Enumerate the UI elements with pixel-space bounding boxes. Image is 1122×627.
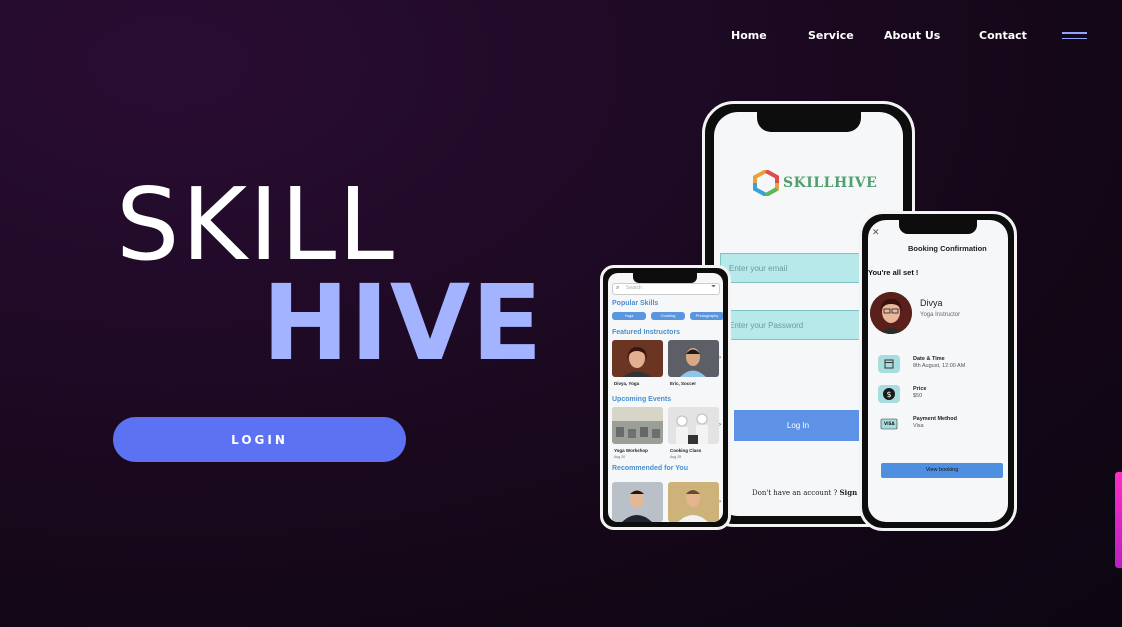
hero-title-hive: HIVE bbox=[262, 262, 544, 384]
password-field[interactable]: Enter your Password bbox=[720, 310, 863, 340]
skillhive-logo-icon bbox=[753, 170, 779, 196]
nav-about-us[interactable]: About Us bbox=[884, 29, 940, 42]
instructor-caption: Divya, Yoga bbox=[614, 381, 640, 386]
confirmation-message: You're all set ! bbox=[868, 268, 919, 277]
date-value: 8th August, 12:00 AM bbox=[913, 363, 966, 369]
skill-chip-photography[interactable]: Photography bbox=[690, 312, 723, 320]
phone-notch bbox=[899, 220, 977, 234]
instructor-role: Yoga Instructor bbox=[920, 312, 961, 318]
event-photo-yoga[interactable] bbox=[612, 407, 663, 444]
signup-prompt-text: Don't have an account ? bbox=[752, 489, 840, 497]
phone-booking-mockup: ✕ Booking Confirmation You're all set ! … bbox=[859, 211, 1017, 531]
instructor-avatar bbox=[870, 292, 912, 334]
nav-home[interactable]: Home bbox=[731, 29, 767, 42]
recommended-photo[interactable] bbox=[612, 482, 663, 522]
signup-prompt: Don't have an account ? Sign Up bbox=[752, 488, 871, 497]
date-label: Date & Time bbox=[913, 356, 945, 362]
visa-card-icon: VISA bbox=[878, 415, 900, 433]
price-label: Price bbox=[913, 386, 927, 392]
payment-value: Visa bbox=[913, 423, 924, 429]
booking-title: Booking Confirmation bbox=[908, 244, 987, 253]
price-value: $50 bbox=[913, 393, 923, 399]
phone-notch bbox=[757, 112, 861, 132]
nav-contact[interactable]: Contact bbox=[979, 29, 1027, 42]
top-nav: Home Service About Us Contact bbox=[0, 29, 1122, 43]
event-caption: Cooking Class bbox=[670, 448, 702, 453]
event-caption: Yoga Workshop bbox=[614, 448, 648, 453]
email-field[interactable]: Enter your email bbox=[720, 253, 863, 283]
recommended-photo[interactable] bbox=[668, 482, 719, 522]
event-date: Aug 20 bbox=[614, 455, 626, 459]
chevron-right-icon[interactable]: › bbox=[719, 499, 721, 505]
skill-chip-yoga[interactable]: Yoga bbox=[612, 312, 646, 320]
recommended-title: Recommended for You bbox=[612, 465, 688, 472]
svg-text:$: $ bbox=[886, 390, 891, 399]
event-photo-cooking[interactable] bbox=[668, 407, 719, 444]
instructor-photo-eric[interactable] bbox=[668, 340, 719, 377]
chevron-right-icon[interactable]: › bbox=[719, 422, 721, 428]
hamburger-icon[interactable] bbox=[1062, 32, 1087, 42]
featured-instructors-title: Featured Instructors bbox=[612, 329, 681, 336]
search-input[interactable]: ⌕ Search ⏷ bbox=[612, 283, 720, 295]
dollar-icon: $ bbox=[878, 385, 900, 403]
instructor-caption: Eric, Soccer bbox=[670, 381, 697, 386]
close-icon[interactable]: ✕ bbox=[872, 227, 880, 238]
payment-label: Payment Method bbox=[913, 416, 958, 422]
search-placeholder: Search bbox=[626, 285, 642, 291]
chevron-right-icon[interactable]: › bbox=[719, 355, 721, 361]
phone-home-mockup: ⌕ Search ⏷ Popular Skills Yoga Cooking P… bbox=[600, 265, 731, 530]
edge-accent-bar bbox=[1115, 472, 1122, 568]
nav-service[interactable]: Service bbox=[808, 29, 854, 42]
event-date: Aug 25 bbox=[670, 455, 682, 459]
brand-name: SKILLHIVE bbox=[783, 175, 878, 191]
visa-icon-text: VISA bbox=[884, 421, 895, 426]
instructor-name: Divya bbox=[920, 298, 943, 308]
instructor-photo-divya[interactable] bbox=[612, 340, 663, 377]
login-button[interactable]: LOGIN bbox=[113, 417, 406, 462]
filter-icon[interactable]: ⏷ bbox=[711, 284, 716, 291]
calendar-icon bbox=[878, 355, 900, 373]
view-booking-button[interactable]: View booking bbox=[881, 463, 1003, 478]
login-submit-button[interactable]: Log In bbox=[734, 410, 862, 441]
popular-skills-title: Popular Skills bbox=[612, 300, 659, 307]
upcoming-events-title: Upcoming Events bbox=[612, 396, 672, 403]
booking-screen: ✕ Booking Confirmation You're all set ! … bbox=[868, 220, 1008, 522]
phone-notch bbox=[633, 273, 697, 283]
home-screen: ⌕ Search ⏷ Popular Skills Yoga Cooking P… bbox=[608, 273, 723, 522]
skill-chip-cooking[interactable]: Cooking bbox=[651, 312, 685, 320]
search-icon: ⌕ bbox=[616, 285, 620, 291]
